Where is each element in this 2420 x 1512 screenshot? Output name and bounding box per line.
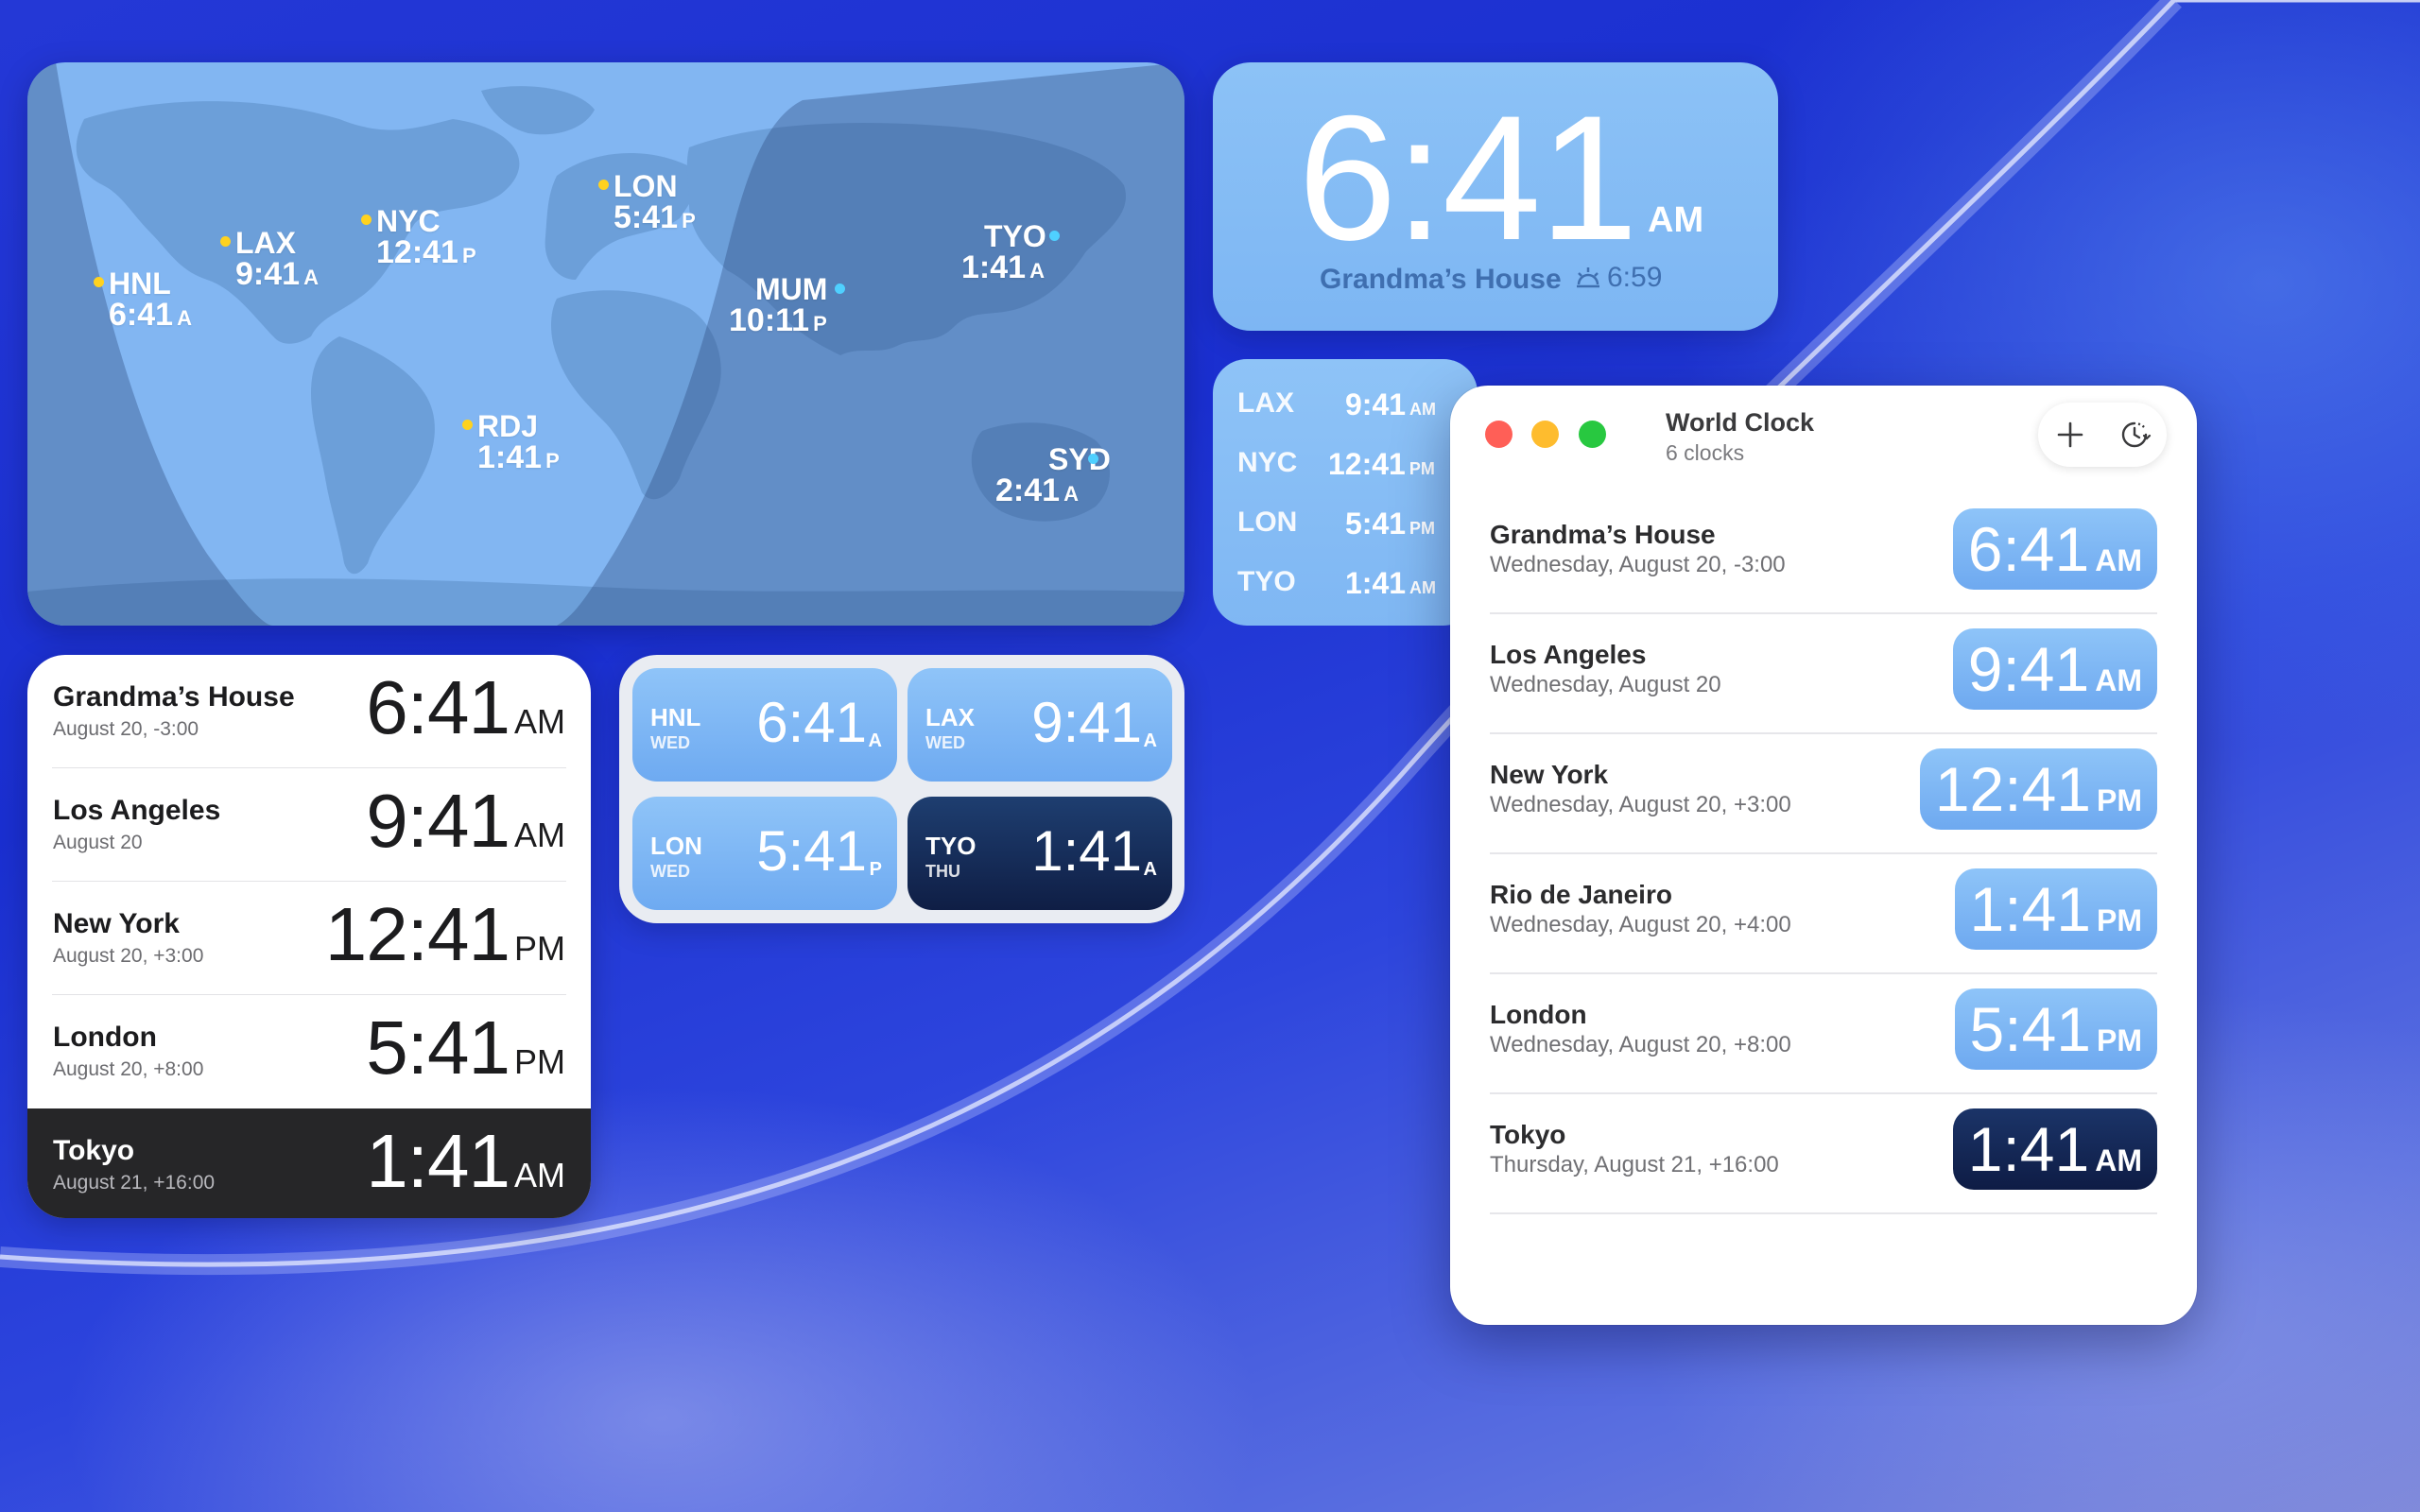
time-pill: 1:41 AM <box>1952 1108 2157 1190</box>
map-city-mum[interactable]: MUM 10:11 P <box>729 274 827 336</box>
sunrise-icon <box>1577 267 1599 288</box>
lon-dot <box>598 180 609 190</box>
map-city-tyo[interactable]: TYO 1:41 A <box>961 221 1046 284</box>
list-row-los-angeles: Los Angeles August 20 9:41 AM <box>27 768 591 882</box>
big-clock-widget[interactable]: 6:41 AM Grandma’s House 6:59 <box>1213 62 1778 331</box>
clock-row-london[interactable]: London Wednesday, August 20, +8:00 5:41 P… <box>1490 974 2157 1094</box>
world-map-graphic <box>27 62 1184 626</box>
mum-dot <box>835 284 845 294</box>
nyc-dot <box>361 215 372 225</box>
clock-row-tokyo[interactable]: Tokyo Thursday, August 21, +16:00 1:41 AM <box>1490 1094 2157 1214</box>
big-clock-ampm: AM <box>1648 200 1704 240</box>
syd-dot <box>1088 454 1098 464</box>
big-clock-place: Grandma’s House <box>1320 264 1562 295</box>
map-city-nyc[interactable]: NYC 12:41 P <box>376 206 476 268</box>
toolbar-group <box>2038 403 2167 467</box>
tile-hnl: HNL WED 6:41 A <box>632 668 897 782</box>
list-row-grandmas-house: Grandma’s House August 20, -3:00 6:41 AM <box>27 655 591 768</box>
window-subtitle: 6 clocks <box>1666 440 1745 465</box>
add-clock-button[interactable] <box>2038 403 2102 467</box>
clock-row-new-york[interactable]: New York Wednesday, August 20, +3:00 12:… <box>1490 734 2157 854</box>
list-row-london: London August 20, +8:00 5:41 PM <box>53 1005 565 1090</box>
time-pill: 12:41 PM <box>1919 748 2157 830</box>
tile-lax: LAX WED 9:41 A <box>908 668 1172 782</box>
clock-row-rio-de-janeiro[interactable]: Rio de Janeiro Wednesday, August 20, +4:… <box>1490 854 2157 974</box>
time-travel-button[interactable] <box>2102 403 2167 467</box>
clock-row-los-angeles[interactable]: Los Angeles Wednesday, August 20 9:41 AM <box>1490 614 2157 734</box>
map-city-hnl[interactable]: HNL 6:41 A <box>109 268 192 331</box>
map-city-lon[interactable]: LON 5:41 P <box>614 171 696 233</box>
lax-dot <box>220 236 231 247</box>
small-row-tyo: TYO 1:41 AM <box>1237 566 1437 600</box>
time-pill: 5:41 PM <box>1954 988 2157 1070</box>
list-row-tokyo: Tokyo August 21, +16:00 1:41 AM <box>27 1108 591 1218</box>
minimize-button[interactable] <box>1531 421 1559 448</box>
small-row-nyc: NYC 12:41 PM <box>1237 447 1435 481</box>
plus-icon <box>2057 421 2083 448</box>
small-row-lon: LON 5:41 PM <box>1237 507 1436 541</box>
clock-grid-widget[interactable]: HNL WED 6:41 A LAX WED 9:41 A LON WED 5:… <box>619 655 1184 923</box>
tile-lon: LON WED 5:41 P <box>632 797 897 910</box>
list-row-new-york: New York August 20, +3:00 12:41 PM <box>27 882 591 995</box>
map-city-rdj[interactable]: RDJ 1:41 P <box>477 411 560 473</box>
small-city-list-widget[interactable]: LAX 9:41 AM NYC 12:41 PM LON 5:41 PM TYO 1:… <box>1213 359 1478 626</box>
close-button[interactable] <box>1485 421 1512 448</box>
hnl-dot <box>94 277 104 287</box>
time-pill: 1:41 PM <box>1954 868 2157 950</box>
map-city-lax[interactable]: LAX 9:41 A <box>235 228 319 290</box>
clock-list-widget[interactable]: Grandma’s House August 20, -3:00 6:41 AM… <box>27 655 591 1218</box>
clock-row-grandmas-house[interactable]: Grandma’s House Wednesday, August 20, -3… <box>1490 494 2157 614</box>
small-row-lax: LAX 9:41 AM <box>1237 387 1437 421</box>
tyo-dot <box>1049 231 1060 241</box>
time-pill: 9:41 AM <box>1952 628 2157 710</box>
world-clock-window[interactable]: World Clock 6 clocks Grandma’s House Wed… <box>1450 386 2197 1325</box>
rdj-dot <box>462 420 473 430</box>
clock-history-icon <box>2121 421 2152 448</box>
time-pill: 6:41 AM <box>1952 508 2157 590</box>
window-title: World Clock <box>1666 408 1815 437</box>
zoom-button[interactable] <box>1579 421 1606 448</box>
tile-tyo: TYO THU 1:41 A <box>908 797 1172 910</box>
big-clock-time: 6:41 <box>1298 78 1638 277</box>
world-map-widget[interactable]: HNL 6:41 A LAX 9:41 A NYC 12:41 P LON 5:41 P… <box>27 62 1184 626</box>
sunrise-readout: 6:59 <box>1575 262 1662 294</box>
